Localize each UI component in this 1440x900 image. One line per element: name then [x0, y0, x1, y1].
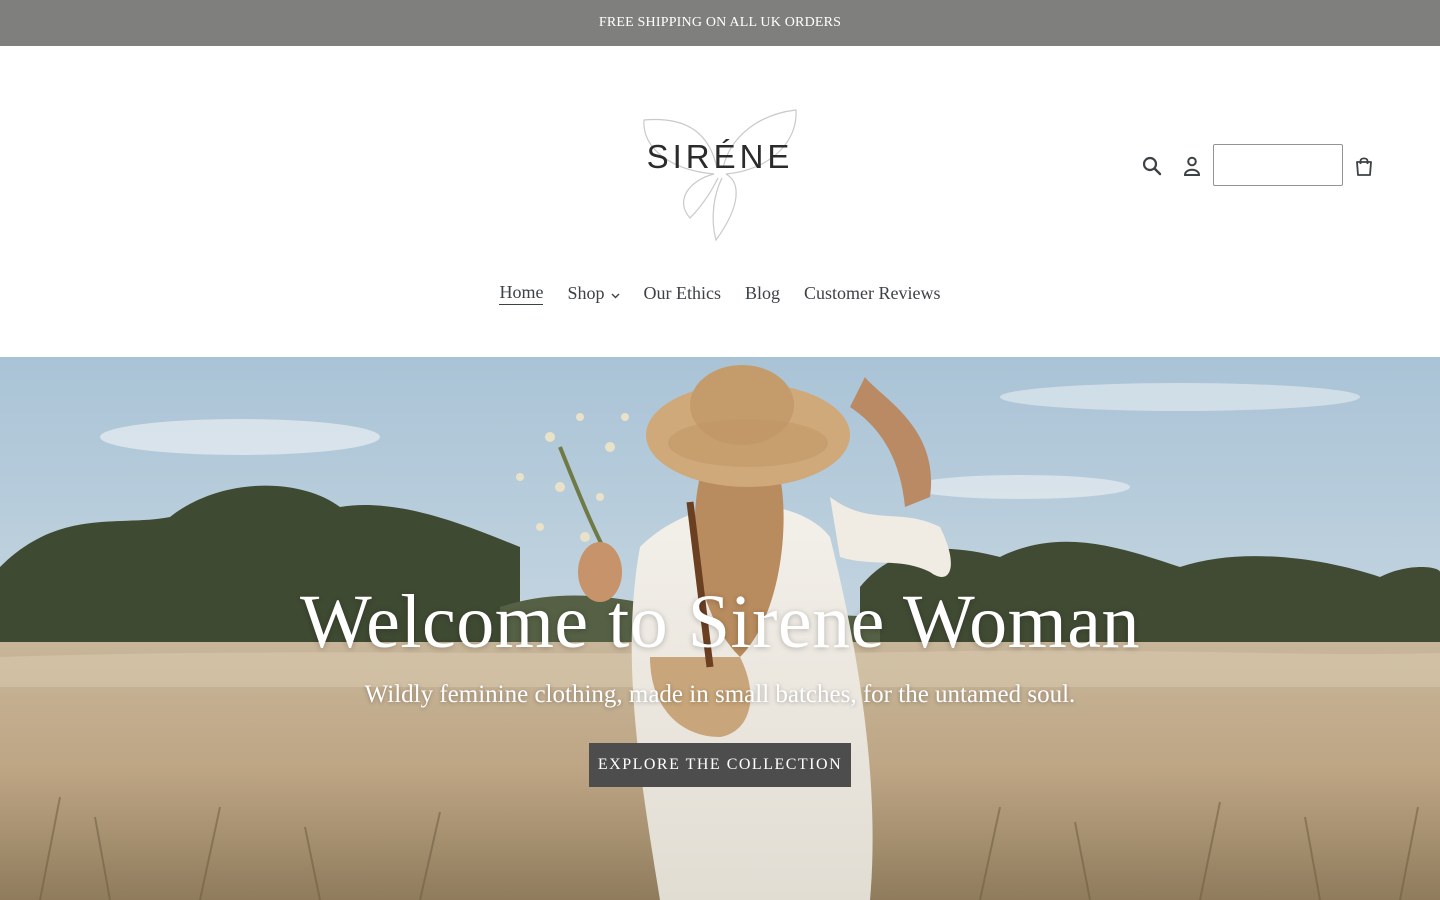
chevron-down-icon	[611, 283, 620, 304]
header-search-field[interactable]	[1213, 144, 1343, 186]
site-logo[interactable]: SIRÉNE	[630, 108, 810, 242]
hero-banner: Welcome to Sirene Woman Wildly feminine …	[0, 357, 1440, 900]
main-nav: Home Shop Our Ethics Blog Customer Revie…	[0, 282, 1440, 305]
cart-icon[interactable]	[1350, 152, 1378, 180]
hero-subtitle: Wildly feminine clothing, made in small …	[364, 681, 1076, 708]
nav-item-our-ethics[interactable]: Our Ethics	[632, 282, 733, 305]
announcement-bar: FREE SHIPPING ON ALL UK ORDERS	[0, 0, 1440, 46]
announcement-text: FREE SHIPPING ON ALL UK ORDERS	[598, 15, 842, 30]
nav-item-shop[interactable]: Shop	[555, 282, 631, 305]
logo-text: SIRÉNE	[646, 138, 794, 175]
nav-item-home[interactable]: Home	[487, 282, 555, 305]
nav-list: Home Shop Our Ethics Blog Customer Revie…	[487, 282, 952, 305]
nav-item-label: Shop	[567, 283, 605, 303]
account-icon[interactable]	[1178, 152, 1206, 180]
nav-item-label: Home	[499, 282, 544, 305]
nav-item-customer-reviews[interactable]: Customer Reviews	[792, 282, 953, 305]
nav-item-label: Blog	[744, 283, 780, 303]
nav-item-label: Customer Reviews	[804, 283, 941, 303]
nav-item-label: Our Ethics	[643, 283, 721, 303]
nav-item-blog[interactable]: Blog	[733, 282, 792, 305]
hero-title: Welcome to Sirene Woman	[300, 580, 1140, 664]
search-icon[interactable]	[1138, 152, 1166, 180]
site-header: SIRÉNE Home Shop Our Ethics Blog Custome…	[0, 46, 1440, 357]
explore-collection-button[interactable]: EXPLORE THE COLLECTION	[589, 743, 851, 787]
header-icons	[1138, 144, 1388, 188]
